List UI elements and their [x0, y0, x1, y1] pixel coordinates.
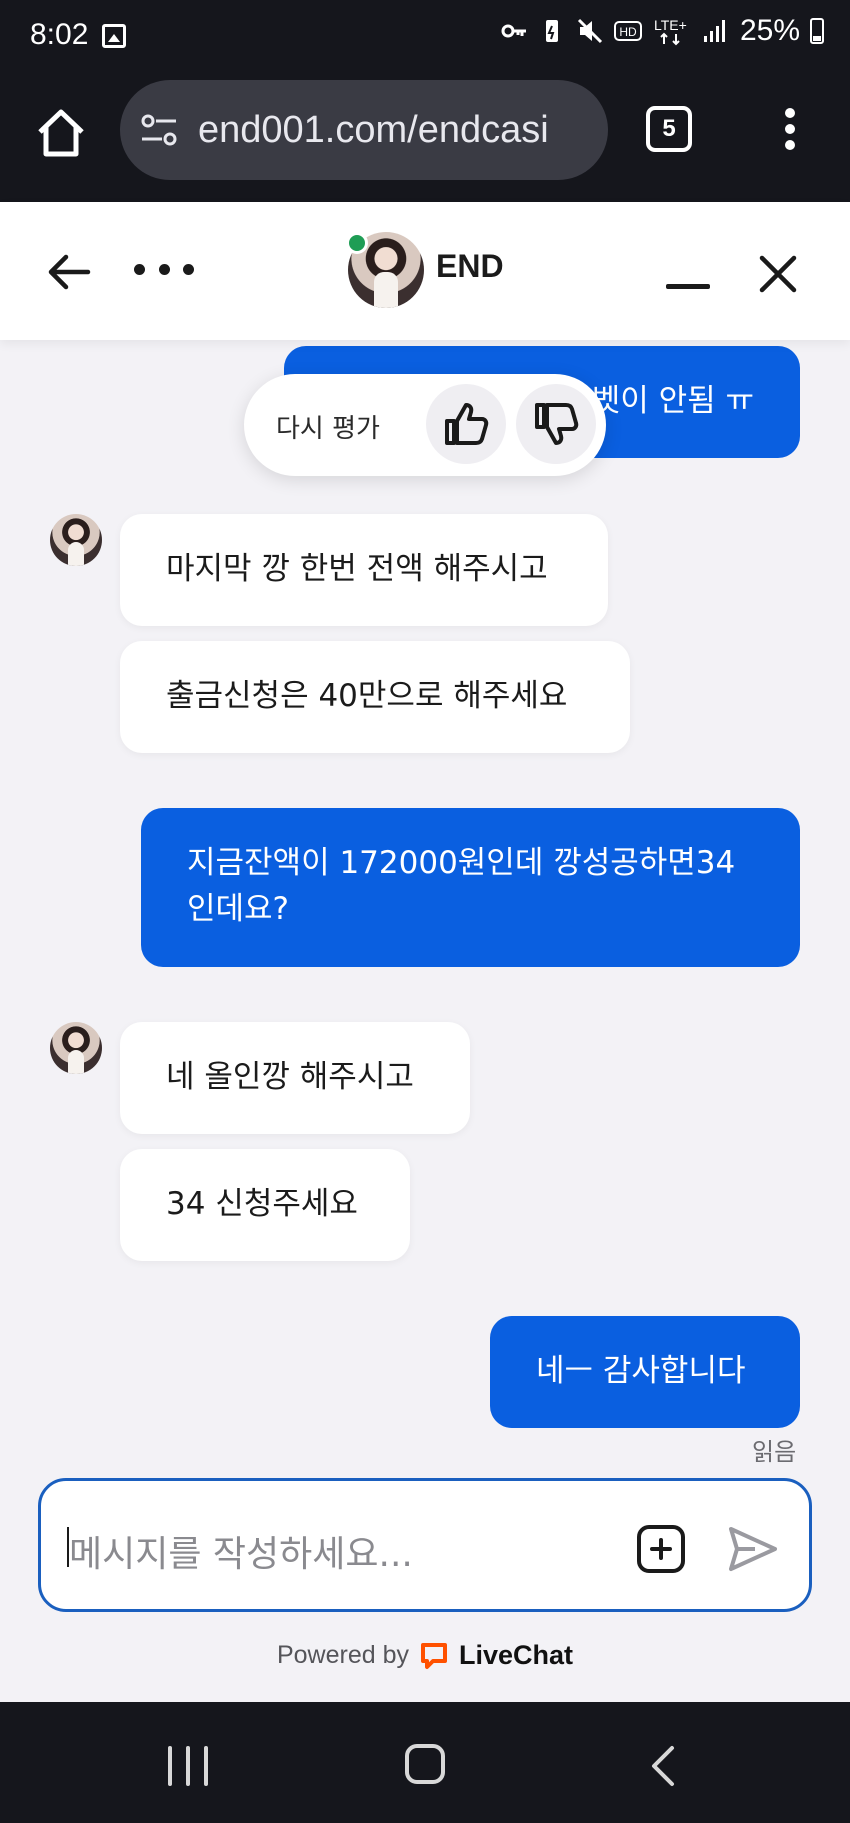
- gallery-notification-icon: [102, 24, 126, 48]
- livechat-brand[interactable]: LiveChat: [459, 1640, 573, 1671]
- message-bubble-incoming: 네 올인깡 해주시고: [120, 1022, 470, 1134]
- thumbs-up-button[interactable]: [426, 384, 506, 464]
- battery-percent: 25%: [739, 14, 800, 47]
- browser-toolbar: end001.com/endcasi 5: [0, 74, 850, 202]
- send-button[interactable]: [725, 1521, 781, 1577]
- svg-text:HD: HD: [619, 25, 637, 39]
- recents-button[interactable]: [168, 1746, 208, 1786]
- home-icon: [38, 109, 84, 157]
- message-bubble-incoming: 출금신청은 40만으로 해주세요: [120, 641, 630, 753]
- mute-icon: [576, 16, 604, 46]
- close-button[interactable]: [754, 250, 802, 298]
- message-input[interactable]: 메시지를 작성하세요...: [69, 1525, 413, 1577]
- menu-dot: [785, 108, 795, 118]
- livechat-logo-icon: [421, 1642, 447, 1669]
- arrow-left-icon: [48, 254, 91, 290]
- home-button[interactable]: [32, 104, 90, 162]
- powered-by-footer: Powered by LiveChat: [0, 1640, 850, 1671]
- message-text: 네ㅡ 감사합니다: [536, 1353, 746, 1389]
- hd-icon: HD: [613, 16, 642, 46]
- nav-back-button[interactable]: [648, 1744, 678, 1788]
- message-bubble-outgoing: 지금잔액이 172000원인데 깡성공하면34 인데요?: [141, 808, 800, 967]
- message-bubble-outgoing: 네ㅡ 감사합니다: [490, 1316, 800, 1428]
- dot: [134, 264, 145, 275]
- online-status-dot: [346, 232, 368, 254]
- send-icon: [729, 1527, 777, 1571]
- agent-name: END: [436, 248, 504, 284]
- chat-header: END: [0, 202, 850, 340]
- close-icon: [759, 255, 797, 293]
- message-composer[interactable]: 메시지를 작성하세요...: [38, 1478, 812, 1612]
- message-bubble-incoming: 마지막 깡 한번 전액 해주시고: [120, 514, 608, 626]
- signal-icon: [702, 16, 730, 46]
- dot: [158, 264, 170, 275]
- message-bubble-incoming: 34 신청주세요: [120, 1149, 410, 1261]
- lte-icon: LTE+: [652, 16, 692, 46]
- url-text: end001.com/endcasi: [198, 108, 549, 151]
- attach-button[interactable]: [637, 1525, 685, 1573]
- agent-avatar: [50, 1022, 102, 1074]
- tab-switcher-button[interactable]: 5: [646, 106, 692, 152]
- menu-dot: [785, 124, 795, 134]
- battery-icon: [810, 18, 824, 44]
- browser-menu-button[interactable]: [776, 104, 804, 154]
- plus-icon: [650, 1538, 672, 1560]
- message-text: 마지막 깡 한번 전액 해주시고: [166, 551, 548, 587]
- message-text: 34 신청주세요: [166, 1186, 358, 1222]
- back-button[interactable]: [44, 246, 96, 298]
- powered-by-text: Powered by: [276, 1641, 409, 1669]
- site-settings-icon[interactable]: [138, 109, 180, 151]
- menu-dot: [785, 140, 795, 150]
- read-receipt: 읽음: [752, 1438, 797, 1466]
- minimize-button[interactable]: [666, 284, 710, 289]
- status-time: 8:02: [30, 18, 89, 51]
- recents-bar: [204, 1746, 208, 1786]
- thumbs-down-icon: [535, 403, 579, 445]
- thumbs-down-button[interactable]: [516, 384, 596, 464]
- message-text: 네 올인깡 해주시고: [166, 1059, 414, 1095]
- message-text-line: 인데요?: [187, 891, 290, 927]
- svg-text:LTE+: LTE+: [654, 17, 687, 33]
- key-icon: [500, 16, 528, 46]
- dot: [183, 264, 194, 275]
- more-options-button[interactable]: [134, 264, 194, 276]
- chevron-left-icon: [652, 1746, 674, 1786]
- rating-label: 다시 평가: [276, 414, 380, 444]
- message-text: 벳이 안됨 ㅠ: [591, 383, 754, 419]
- thumbs-up-icon: [445, 403, 489, 445]
- system-navigation-bar: [0, 1702, 850, 1823]
- message-text: 출금신청은 40만으로 해주세요: [166, 678, 568, 714]
- nav-home-button[interactable]: [405, 1744, 445, 1784]
- message-text-line: 지금잔액이 172000원인데 깡성공하면34: [187, 845, 736, 881]
- status-bar: 8:02 HD LTE+ 25%: [0, 0, 850, 74]
- status-icons: HD LTE+ 25%: [500, 14, 824, 48]
- rating-popup: 다시 평가: [244, 374, 606, 476]
- battery-saver-icon: [538, 16, 566, 46]
- recents-bar: [186, 1746, 190, 1786]
- agent-avatar: [50, 514, 102, 566]
- recents-bar: [168, 1746, 172, 1786]
- address-bar[interactable]: end001.com/endcasi: [120, 80, 608, 180]
